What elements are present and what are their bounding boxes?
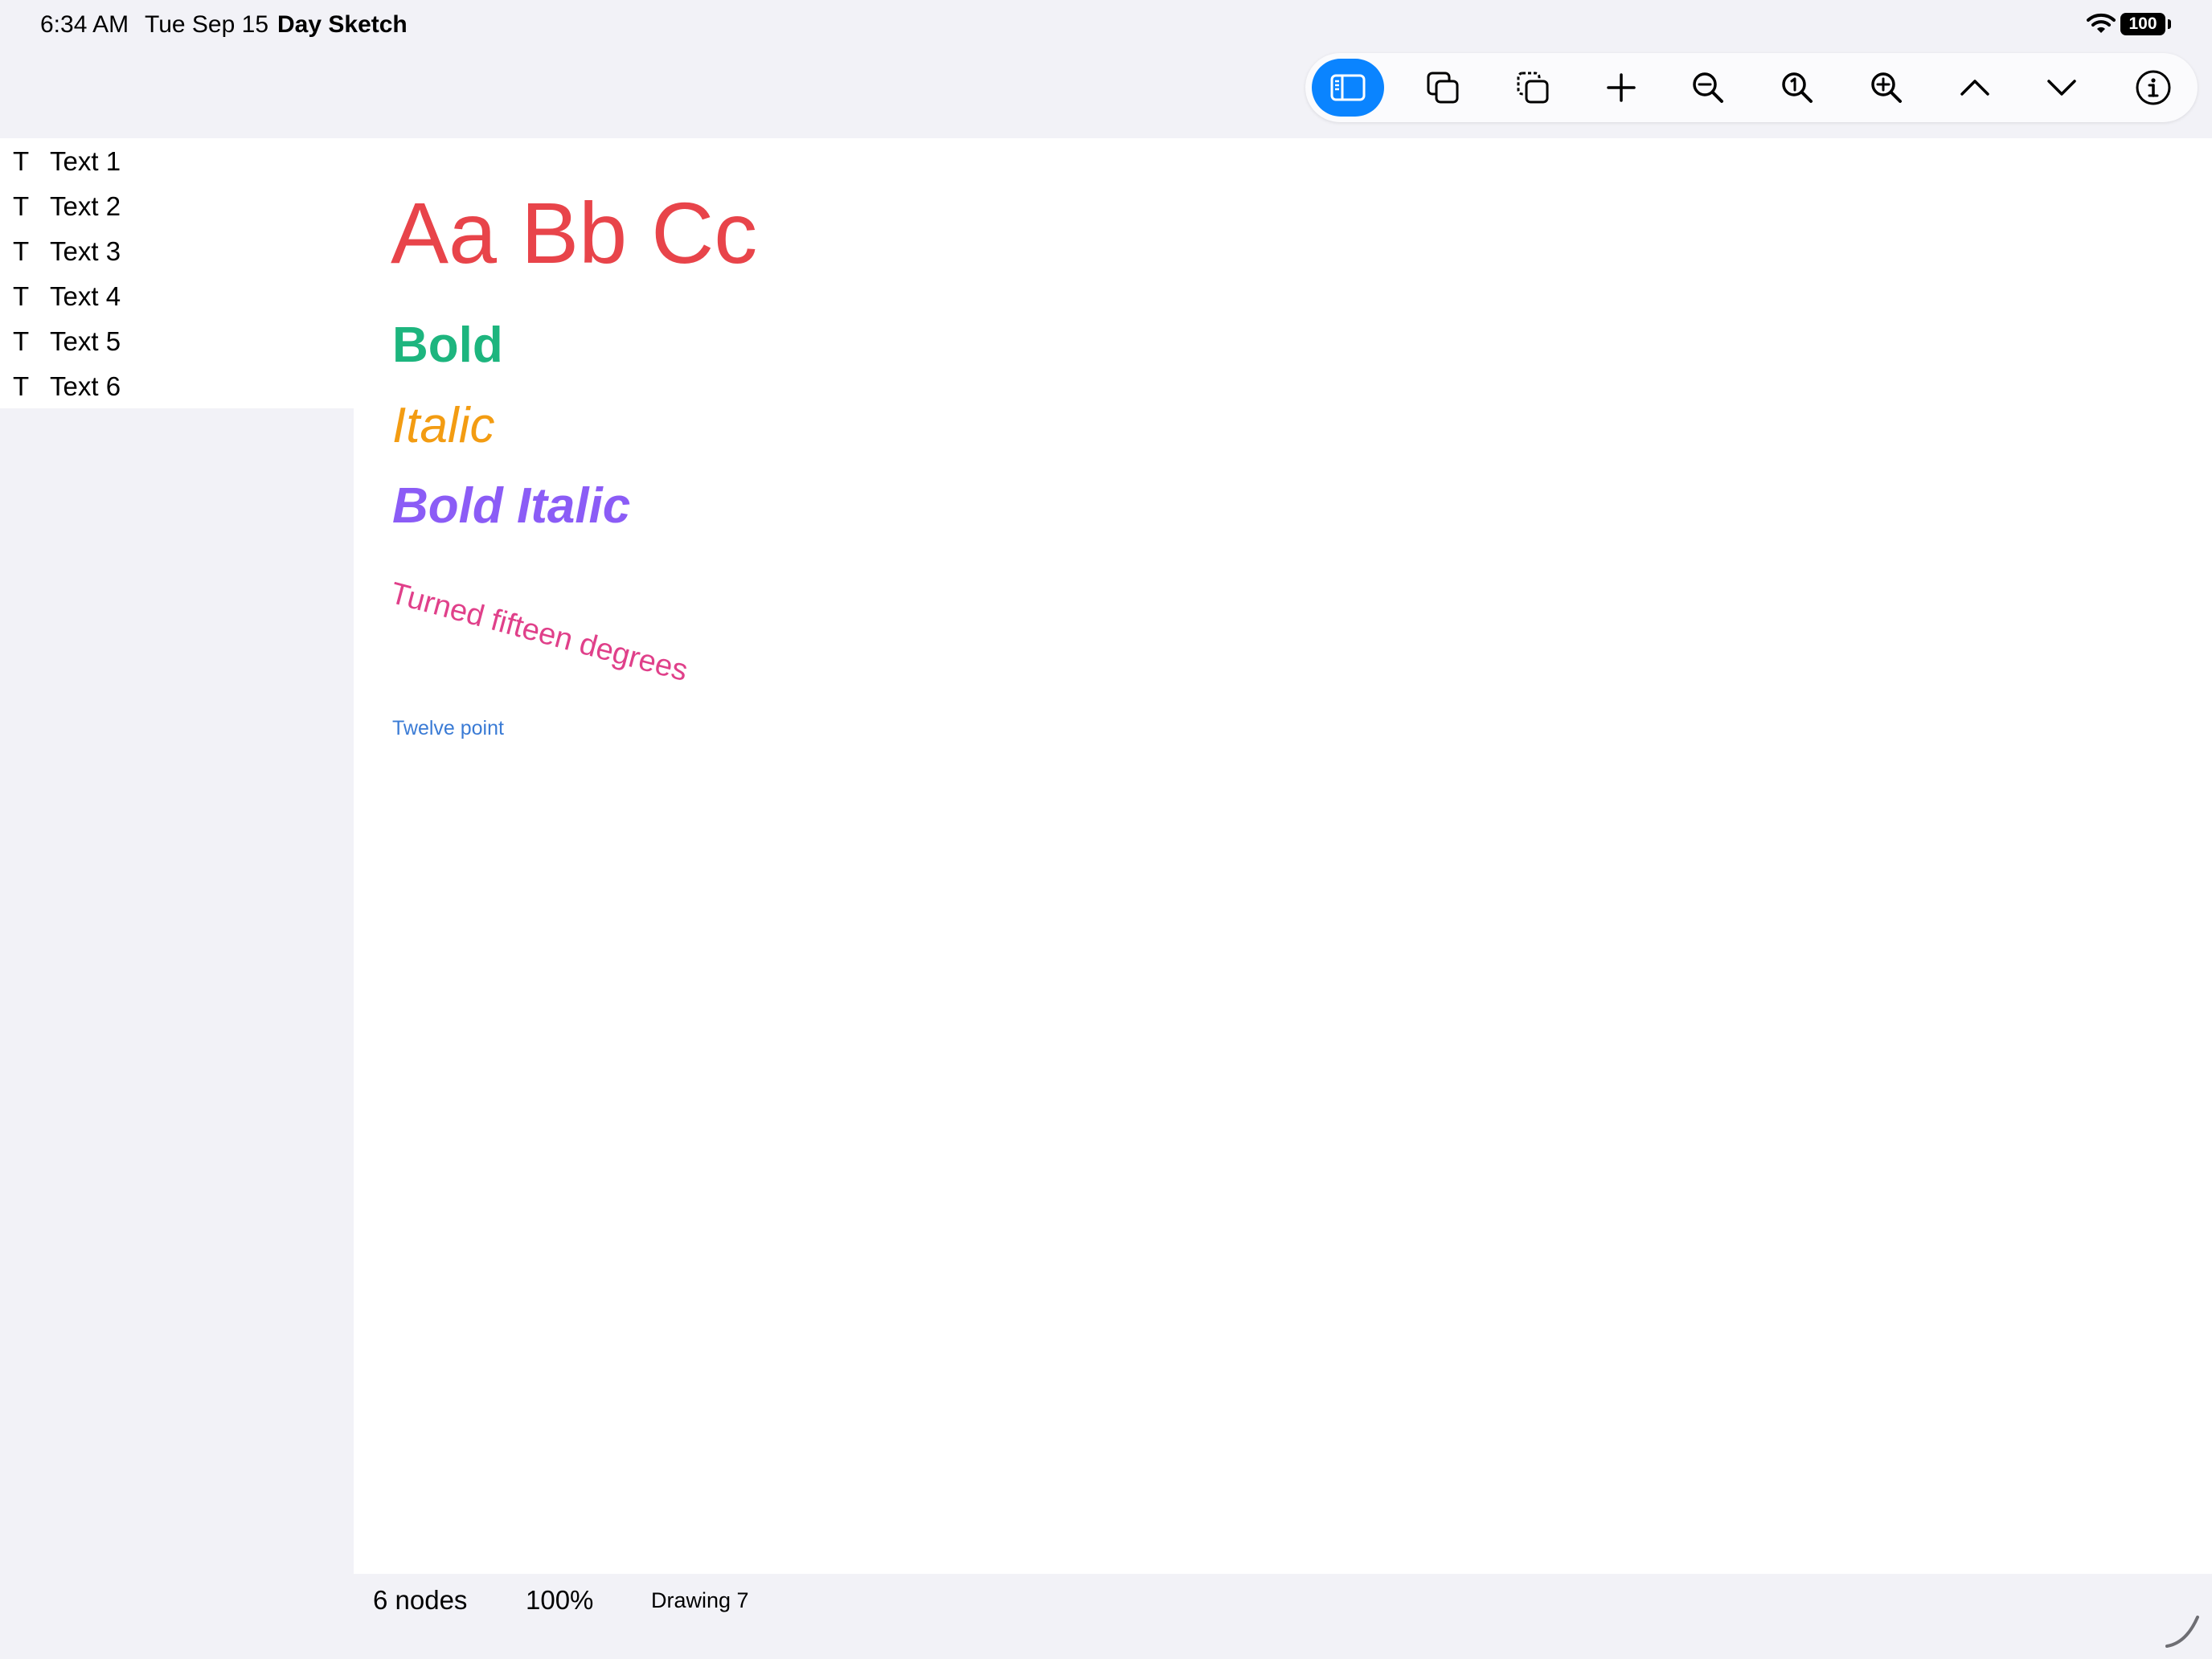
copy-selection-button[interactable] (1497, 59, 1569, 117)
plus-icon (1607, 73, 1636, 102)
sidebar-item-label: Text 6 (50, 371, 121, 401)
sidebar-item-label: Text 5 (50, 326, 121, 356)
status-date: Tue Sep 15 (145, 11, 268, 38)
chevron-up-icon (1960, 80, 1989, 96)
wifi-icon (2087, 13, 2116, 33)
sidebar-item-label: Text 3 (50, 236, 121, 266)
canvas-text-node[interactable]: Italic (392, 397, 494, 454)
zoom-in-icon (1871, 72, 1902, 103)
chevron-down-icon (2047, 80, 2076, 96)
text-layer-icon: T (13, 191, 30, 221)
text-layer-icon: T (13, 326, 30, 356)
duplicate-button[interactable] (1407, 59, 1479, 117)
status-time: 6:34 AM (40, 11, 129, 38)
sidebar-item-text-4[interactable]: T Text 4 (0, 273, 354, 318)
document-name: Drawing 7 (651, 1588, 749, 1612)
sidebar-item-label: Text 1 (50, 146, 121, 176)
zoom-out-icon (1693, 72, 1723, 103)
info-button[interactable] (2117, 59, 2189, 117)
sidebar-item-label: Text 2 (50, 191, 121, 221)
text-layer-icon: T (13, 146, 30, 176)
canvas-text-node[interactable]: Turned fifteen degrees (387, 576, 691, 689)
sidebar-item-text-1[interactable]: T Text 1 (0, 138, 354, 183)
copy-selection-icon (1517, 72, 1549, 104)
toolbar (1305, 53, 2198, 122)
canvas-text-node[interactable]: Aa Bb Cc (391, 182, 757, 283)
sidebar-item-text-5[interactable]: T Text 5 (0, 318, 354, 363)
text-layer-icon: T (13, 236, 30, 266)
sidebar-item-label: Text 4 (50, 281, 121, 311)
add-button[interactable] (1585, 59, 1657, 117)
move-down-button[interactable] (2026, 59, 2098, 117)
sidebar-icon (1330, 74, 1366, 101)
sidebar-item-text-3[interactable]: T Text 3 (0, 228, 354, 273)
node-count: 6 nodes (373, 1585, 468, 1615)
toggle-sidebar-button[interactable] (1312, 59, 1384, 117)
battery-tip (2168, 19, 2171, 29)
canvas-text-node[interactable]: Bold (392, 317, 503, 374)
duplicate-icon (1427, 72, 1459, 104)
text-layer-icon: T (13, 371, 30, 401)
status-bar: 6:34 AM Tue Sep 15 Day Sketch 100 (0, 0, 2212, 51)
sidebar-layer-list: T Text 1 T Text 2 T Text 3 T Text 4 T Te… (0, 138, 354, 408)
sidebar-item-text-6[interactable]: T Text 6 (0, 363, 354, 408)
canvas-text-node[interactable]: Bold Italic (392, 477, 630, 535)
bottom-status-bar: 6 nodes 100% Drawing 7 (354, 1574, 2212, 1659)
battery-icon: 100 (2120, 13, 2165, 35)
sidebar-item-text-2[interactable]: T Text 2 (0, 183, 354, 228)
zoom-level: 100% (526, 1585, 594, 1615)
move-up-button[interactable] (1939, 59, 2011, 117)
canvas-text-node[interactable]: Twelve point (392, 717, 504, 740)
drawing-canvas[interactable]: Aa Bb Cc Bold Italic Bold Italic Turned … (354, 138, 2212, 1574)
zoom-actual-size-button[interactable] (1761, 59, 1833, 117)
zoom-in-button[interactable] (1850, 59, 1923, 117)
pencil-hint-icon (2165, 1616, 2199, 1648)
zoom-out-button[interactable] (1672, 59, 1744, 117)
info-icon (2136, 70, 2171, 105)
status-app-name: Day Sketch (277, 11, 408, 38)
zoom-actual-size-icon (1782, 72, 1813, 103)
text-layer-icon: T (13, 281, 30, 311)
